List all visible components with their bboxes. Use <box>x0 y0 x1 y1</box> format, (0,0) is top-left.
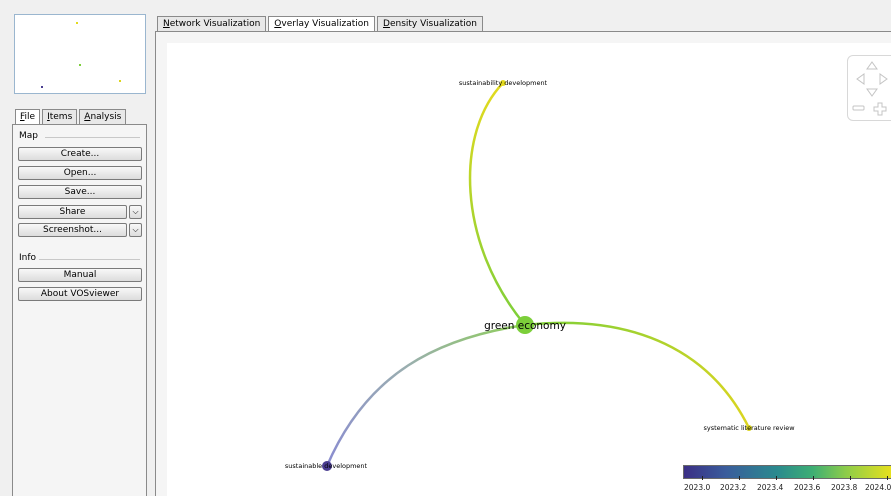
edge-green-economy-sustainable-development <box>325 323 526 467</box>
share-dropdown-icon[interactable]: ⌵ <box>129 205 142 219</box>
visualization-tab-bar: Network Visualization Overlay Visualizat… <box>157 16 485 31</box>
tab-file[interactable]: File <box>15 109 41 124</box>
pan-left-icon[interactable] <box>856 73 865 85</box>
legend-label: 2023.8 <box>831 483 858 492</box>
zoom-in-icon[interactable] <box>873 102 887 116</box>
share-button[interactable]: Share <box>18 205 127 219</box>
group-divider <box>39 259 140 260</box>
label-green-economy: green economy <box>484 320 566 332</box>
overview-node <box>79 64 81 66</box>
label-sustainability-development: sustainability development <box>459 79 548 87</box>
tab-analysis[interactable]: Analysis <box>79 109 127 124</box>
open-button[interactable]: Open... <box>18 166 142 180</box>
edge-green-economy-systematic-literature-review <box>524 321 751 429</box>
overview-node <box>41 86 43 88</box>
pan-up-icon[interactable] <box>866 61 878 70</box>
legend-tick <box>776 476 777 480</box>
tab-items[interactable]: Items <box>42 109 78 124</box>
manual-button[interactable]: Manual <box>18 268 142 282</box>
tab-density-visualization[interactable]: Density Visualization <box>377 16 483 31</box>
legend-label: 2023.0 <box>684 483 711 492</box>
label-systematic-literature-review: systematic literature review <box>703 424 795 432</box>
group-divider <box>45 137 140 138</box>
navigation-control <box>847 55 891 121</box>
color-legend-bar <box>683 465 891 479</box>
legend-tick <box>739 476 740 480</box>
tab-overlay-visualization[interactable]: Overlay Visualization <box>268 16 376 31</box>
network-graph[interactable]: sustainability development systematic li… <box>167 43 891 496</box>
file-panel: Map Create... Open... Save... Share ⌵ Sc… <box>12 124 147 496</box>
legend-label: 2023.4 <box>757 483 784 492</box>
map-overview[interactable] <box>14 14 146 94</box>
screenshot-dropdown-icon[interactable]: ⌵ <box>129 223 142 237</box>
tab-network-visualization[interactable]: Network Visualization <box>157 16 267 31</box>
save-button[interactable]: Save... <box>18 185 142 199</box>
label-sustainable-development: sustainable development <box>285 462 368 470</box>
screenshot-button[interactable]: Screenshot... <box>18 223 127 237</box>
pan-right-icon[interactable] <box>879 73 888 85</box>
legend-tick <box>850 476 851 480</box>
zoom-out-icon[interactable] <box>852 105 865 111</box>
side-tab-bar: File Items Analysis <box>15 109 128 124</box>
legend-label: 2024.0 <box>865 483 891 492</box>
legend-tick <box>887 476 888 480</box>
create-button[interactable]: Create... <box>18 147 142 161</box>
pan-down-icon[interactable] <box>866 88 878 97</box>
legend-tick <box>702 476 703 480</box>
map-canvas[interactable]: sustainability development systematic li… <box>167 43 891 496</box>
overview-node <box>119 80 121 82</box>
map-group-title: Map <box>19 131 38 141</box>
overview-node <box>76 22 78 24</box>
legend-tick <box>813 476 814 480</box>
edge-green-economy-sustainability-development <box>468 82 526 326</box>
about-button[interactable]: About VOSviewer <box>18 287 142 301</box>
legend-label: 2023.2 <box>720 483 747 492</box>
info-group-title: Info <box>19 253 37 263</box>
legend-label: 2023.6 <box>794 483 821 492</box>
